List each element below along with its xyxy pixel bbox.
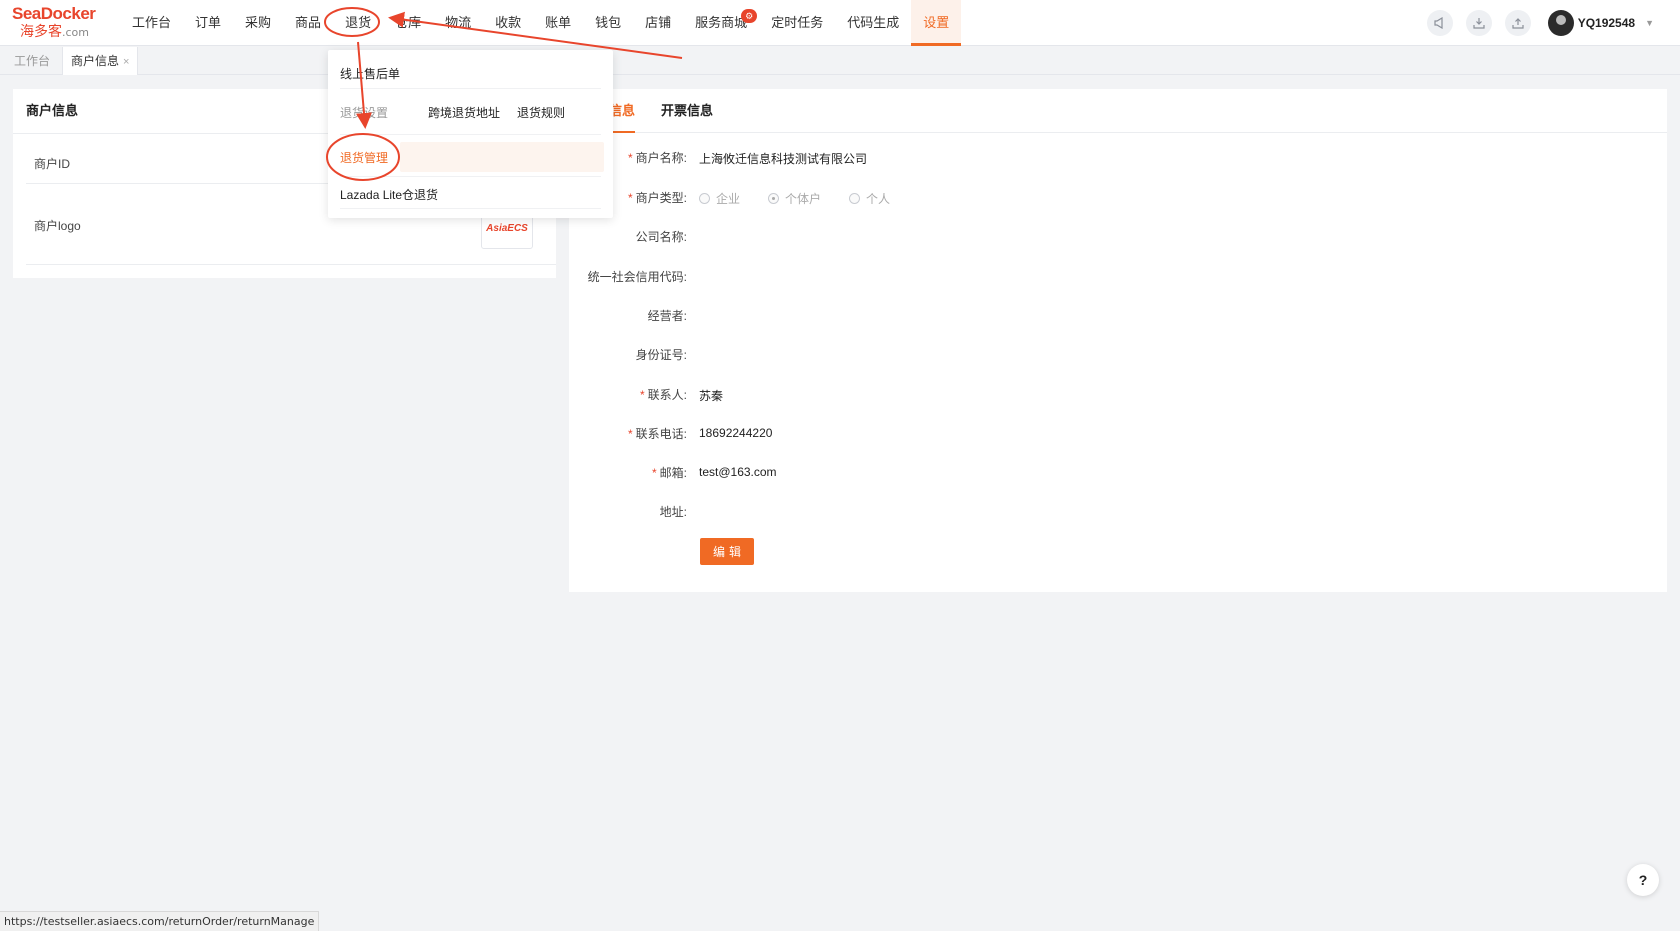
chevron-down-icon: ▼ bbox=[1645, 18, 1654, 28]
email-label: * 邮箱: bbox=[651, 466, 687, 480]
radio-enterprise[interactable]: 企业 bbox=[699, 190, 740, 207]
phone-value: 18692244220 bbox=[699, 426, 773, 440]
main-nav: 工作台 订单 采购 商品 退货 仓库 物流 收款 账单 钱包 店铺 服务商城 ⚙ … bbox=[120, 0, 962, 46]
nav-bills[interactable]: 账单 bbox=[533, 0, 583, 46]
close-icon[interactable]: × bbox=[123, 56, 129, 68]
username: YQ192548 bbox=[1577, 16, 1636, 30]
edit-button[interactable]: 编辑 bbox=[700, 538, 754, 565]
top-header: SeaDocker 海多客.com 工作台 订单 采购 商品 退货 仓库 物流 … bbox=[0, 0, 1680, 46]
menu-item-return-management[interactable]: 退货管理 bbox=[340, 149, 388, 166]
merchant-logo-label: 商户logo bbox=[34, 219, 81, 233]
returns-dropdown-menu: 线上售后单 退货设置 跨境退货地址 退货规则 退货管理 Lazada Lite仓… bbox=[328, 50, 613, 218]
logo-cn: 海多客 bbox=[20, 24, 62, 40]
detail-tabs: 信息 开票信息 bbox=[569, 89, 1667, 133]
menu-item-online-aftersale[interactable]: 线上售后单 bbox=[340, 65, 400, 82]
upload-icon[interactable] bbox=[1504, 10, 1531, 36]
logo-brand: SeaDocker bbox=[12, 4, 96, 23]
nav-wallet[interactable]: 钱包 bbox=[583, 0, 633, 46]
id-number-label: 身份证号: bbox=[635, 348, 687, 362]
nav-payments[interactable]: 收款 bbox=[483, 0, 533, 46]
nav-warehouse[interactable]: 仓库 bbox=[383, 0, 433, 46]
status-bar-url: https://testseller.asiaecs.com/returnOrd… bbox=[0, 911, 320, 931]
nav-workbench[interactable]: 工作台 bbox=[120, 0, 183, 46]
nav-orders[interactable]: 订单 bbox=[183, 0, 233, 46]
nav-stores[interactable]: 店铺 bbox=[633, 0, 683, 46]
nav-settings[interactable]: 设置 bbox=[911, 0, 962, 46]
user-menu[interactable]: YQ192548 ▼ bbox=[1547, 10, 1654, 36]
header-tools: YQ192548 ▼ bbox=[1426, 0, 1680, 46]
nav-products[interactable]: 商品 bbox=[283, 0, 333, 46]
download-icon[interactable] bbox=[1465, 10, 1492, 36]
divider bbox=[340, 88, 601, 89]
nav-scheduled-tasks[interactable]: 定时任务 bbox=[759, 0, 835, 46]
menu-group-return-settings: 退货设置 bbox=[340, 106, 389, 120]
contact-value: 苏秦 bbox=[699, 389, 724, 403]
menu-hover-highlight bbox=[400, 142, 604, 172]
nav-logistics[interactable]: 物流 bbox=[433, 0, 483, 46]
nav-purchase[interactable]: 采购 bbox=[233, 0, 283, 46]
menu-item-crossborder-address[interactable]: 跨境退货地址 bbox=[428, 104, 500, 121]
help-button[interactable]: ? bbox=[1627, 864, 1659, 896]
operator-label: 经营者: bbox=[647, 309, 687, 323]
radio-individual[interactable]: 个人 bbox=[849, 190, 890, 207]
merchant-name-value: 上海攸迁信息科技测试有限公司 bbox=[699, 152, 868, 166]
menu-item-return-rules[interactable]: 退货规则 bbox=[517, 104, 565, 121]
menu-item-lazada-lite-return[interactable]: Lazada Lite仓退货 bbox=[340, 186, 438, 203]
radio-individual-business[interactable]: 个体户 bbox=[768, 190, 821, 207]
megaphone-icon[interactable] bbox=[1426, 10, 1453, 36]
page-tabs: 工作台 商户信息 × bbox=[0, 47, 1680, 75]
divider bbox=[340, 134, 601, 135]
nav-returns[interactable]: 退货 bbox=[333, 0, 383, 46]
company-name-label: 公司名称: bbox=[635, 230, 687, 244]
brand-logo[interactable]: SeaDocker 海多客.com bbox=[12, 5, 102, 41]
tab-invoice-info[interactable]: 开票信息 bbox=[661, 89, 713, 133]
contact-label: * 联系人: bbox=[639, 388, 687, 402]
card-title: 商户信息 bbox=[26, 103, 79, 118]
merchant-id-label: 商户ID bbox=[34, 157, 71, 171]
credit-code-label: 统一社会信用代码: bbox=[587, 270, 687, 284]
tab-workbench[interactable]: 工作台 bbox=[6, 47, 58, 75]
email-value: test@163.com bbox=[699, 465, 777, 479]
phone-label: * 联系电话: bbox=[627, 427, 687, 441]
divider bbox=[340, 208, 601, 209]
tab-merchant-info[interactable]: 商户信息 × bbox=[62, 47, 139, 75]
logo-domain: .com bbox=[62, 26, 89, 39]
service-mall-badge-icon: ⚙ bbox=[741, 9, 758, 23]
avatar bbox=[1547, 10, 1574, 36]
merchant-type-radios: 企业 个体户 个人 bbox=[699, 190, 918, 207]
divider bbox=[26, 264, 556, 265]
address-label: 地址: bbox=[659, 505, 687, 519]
merchant-detail-card: 信息 开票信息 * 商户名称: 上海攸迁信息科技测试有限公司 * 商户类型: 企业 … bbox=[569, 89, 1667, 592]
nav-code-gen[interactable]: 代码生成 bbox=[835, 0, 911, 46]
nav-service-mall[interactable]: 服务商城 ⚙ bbox=[683, 0, 759, 46]
divider bbox=[340, 176, 601, 177]
